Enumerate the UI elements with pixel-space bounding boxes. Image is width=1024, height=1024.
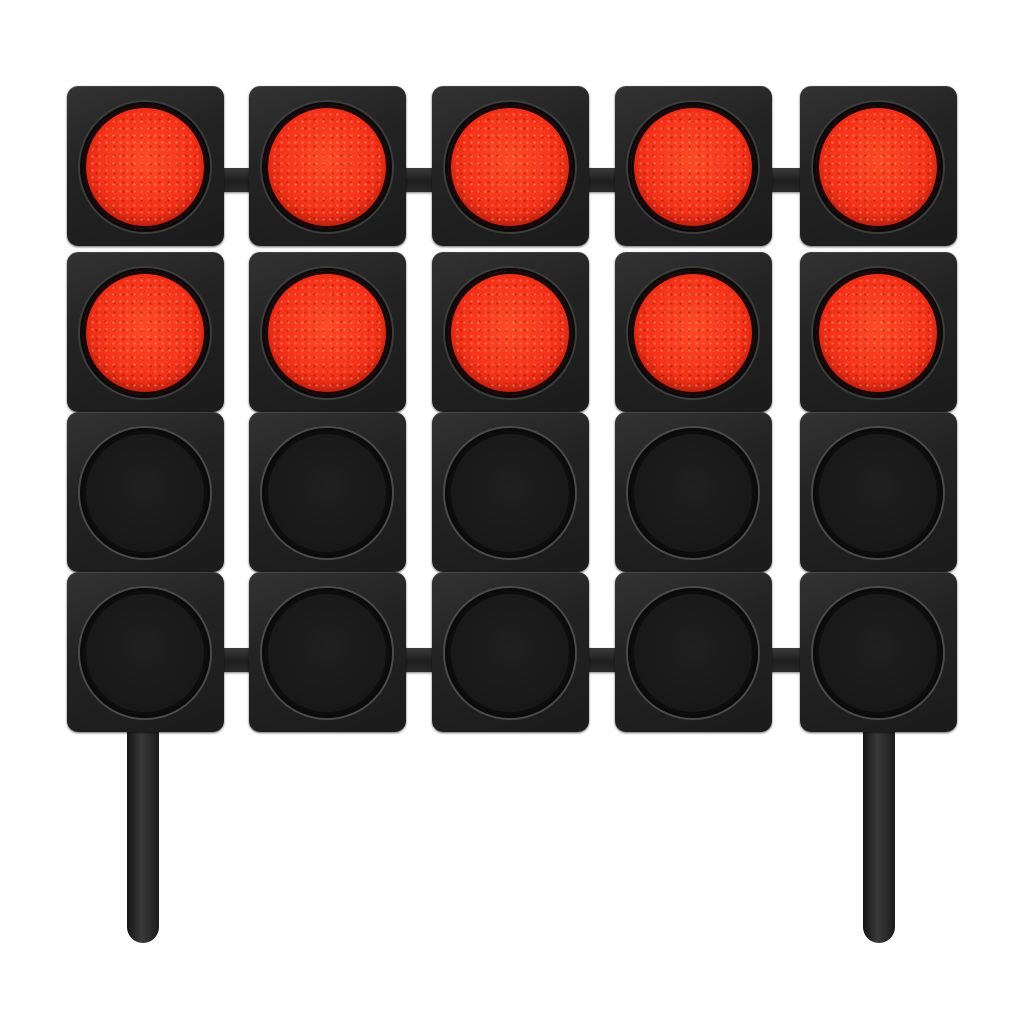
left-support-pole (127, 725, 159, 943)
red-lamp-lit (813, 268, 943, 398)
red-lamp-lit (262, 268, 392, 398)
light-column-3 (432, 86, 589, 736)
signal-housing (615, 86, 772, 246)
signal-housing (800, 412, 957, 572)
signal-housing (432, 252, 589, 412)
red-lamp-lit (628, 102, 758, 232)
signal-housing (615, 572, 772, 732)
lamp-unlit (813, 428, 943, 558)
signal-housing (249, 412, 406, 572)
signal-housing (800, 252, 957, 412)
lamp-unlit (80, 588, 210, 718)
light-column-2 (249, 86, 406, 736)
red-lamp-lit (813, 102, 943, 232)
red-lamp-lit (262, 102, 392, 232)
lamp-unlit (813, 588, 943, 718)
red-lamp-lit (445, 102, 575, 232)
lamp-unlit (262, 588, 392, 718)
signal-housing (249, 86, 406, 246)
red-lamp-lit (445, 268, 575, 398)
signal-housing (249, 252, 406, 412)
right-support-pole (863, 725, 895, 943)
light-column-5 (800, 86, 957, 736)
red-lamp-lit (80, 102, 210, 232)
signal-housing (432, 86, 589, 246)
start-lights-gantry (0, 0, 1024, 1024)
signal-housing (67, 572, 224, 732)
red-lamp-lit (80, 268, 210, 398)
signal-housing (432, 572, 589, 732)
light-column-4 (615, 86, 772, 736)
signal-housing (615, 252, 772, 412)
signal-housing (432, 412, 589, 572)
signal-housing (67, 252, 224, 412)
lamp-unlit (628, 428, 758, 558)
lamp-unlit (445, 588, 575, 718)
signal-housing (800, 572, 957, 732)
lamp-unlit (262, 428, 392, 558)
signal-housing (615, 412, 772, 572)
signal-housing (67, 412, 224, 572)
lamp-unlit (445, 428, 575, 558)
signal-housing (67, 86, 224, 246)
light-column-1 (67, 86, 224, 736)
lamp-unlit (628, 588, 758, 718)
signal-housing (800, 86, 957, 246)
signal-housing (249, 572, 406, 732)
red-lamp-lit (628, 268, 758, 398)
lamp-unlit (80, 428, 210, 558)
